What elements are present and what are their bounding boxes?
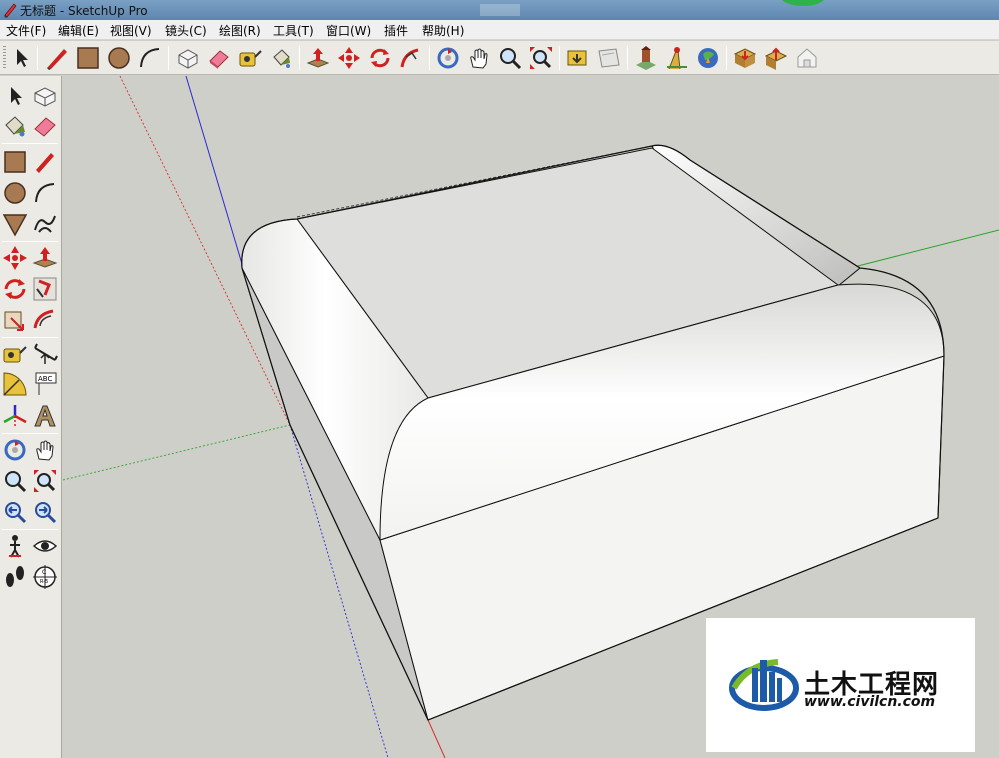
- zoom-window-icon[interactable]: [31, 467, 59, 495]
- window-title: 无标题 - SketchUp Pro: [20, 4, 148, 18]
- add-location-icon[interactable]: [633, 45, 659, 71]
- menu-help[interactable]: 帮助(H): [422, 22, 464, 39]
- zoom-tool-icon[interactable]: [1, 467, 29, 495]
- make-component-icon[interactable]: [175, 45, 201, 71]
- select-tool-icon[interactable]: [1, 82, 29, 110]
- title-bar: 无标题 - SketchUp Pro: [0, 0, 999, 20]
- toggle-terrain-icon[interactable]: [664, 45, 690, 71]
- line-tool-icon[interactable]: [44, 45, 70, 71]
- rotate-tool-icon[interactable]: [367, 45, 393, 71]
- green-axis-line: [63, 424, 291, 481]
- menu-window[interactable]: 窗口(W): [326, 22, 371, 39]
- rectangle-tool-icon[interactable]: [75, 45, 101, 71]
- push-pull-icon[interactable]: [305, 45, 331, 71]
- main-toolbar: [0, 41, 999, 75]
- pan-tool-icon[interactable]: [466, 45, 492, 71]
- menu-view[interactable]: 视图(V): [110, 22, 152, 39]
- left-toolbar: ABC C R-5: [0, 76, 62, 758]
- axes-tool-icon[interactable]: [1, 402, 29, 430]
- text-tool-icon[interactable]: ABC: [31, 371, 59, 399]
- watermark-box: 土木工程网 www.civilcn.com: [706, 618, 975, 752]
- follow-me-icon[interactable]: [31, 275, 59, 303]
- menu-file[interactable]: 文件(F): [6, 22, 46, 39]
- protractor-icon[interactable]: [1, 371, 29, 399]
- toolbar-separator: [2, 529, 58, 530]
- circle-tool-icon[interactable]: [106, 45, 132, 71]
- toolbar-separator: [299, 46, 300, 70]
- follow-me-icon[interactable]: [398, 45, 424, 71]
- position-camera-icon[interactable]: [1, 532, 29, 560]
- move-tool-icon[interactable]: [336, 45, 362, 71]
- toolbar-separator: [726, 46, 727, 70]
- menu-plugins[interactable]: 插件: [384, 22, 408, 39]
- section-plane-icon[interactable]: C R-5: [31, 563, 59, 591]
- menu-draw[interactable]: 绘图(R): [219, 22, 261, 39]
- svg-text:C: C: [42, 569, 46, 576]
- tape-measure-icon[interactable]: [237, 45, 263, 71]
- svg-text:ABC: ABC: [38, 375, 52, 383]
- 3d-text-tool-icon[interactable]: [31, 402, 59, 430]
- freehand-tool-icon[interactable]: [31, 210, 59, 238]
- paint-bucket-icon[interactable]: [1, 112, 29, 140]
- zoom-extents-icon[interactable]: [31, 498, 59, 526]
- svg-text:R-5: R-5: [40, 579, 48, 585]
- pan-tool-icon[interactable]: [31, 436, 59, 464]
- tape-measure-icon[interactable]: [1, 340, 29, 368]
- toolbar-separator: [559, 46, 560, 70]
- look-around-icon[interactable]: [31, 532, 59, 560]
- line-tool-icon[interactable]: [31, 148, 59, 176]
- toolbar-separator: [2, 241, 58, 242]
- red-axis-line: [427, 719, 446, 758]
- arc-tool-icon[interactable]: [31, 179, 59, 207]
- get-models-icon[interactable]: [565, 45, 591, 71]
- polygon-tool-icon[interactable]: [1, 210, 29, 238]
- photo-textures-icon[interactable]: [695, 45, 721, 71]
- civilcn-logo-icon: [728, 654, 800, 714]
- sketchup-app-icon: [2, 2, 18, 18]
- menu-edit[interactable]: 编辑(E): [58, 22, 99, 39]
- toolbar-separator: [627, 46, 628, 70]
- toolbar-separator: [2, 337, 58, 338]
- share-component-icon[interactable]: [763, 45, 789, 71]
- previous-view-icon[interactable]: [1, 498, 29, 526]
- dimension-tool-icon[interactable]: [31, 340, 59, 368]
- green-axis-line: [849, 229, 999, 269]
- rotate-tool-icon[interactable]: [1, 275, 29, 303]
- eraser-icon[interactable]: [206, 45, 232, 71]
- toolbar-separator: [429, 46, 430, 70]
- paint-bucket-icon[interactable]: [268, 45, 294, 71]
- orbit-tool-icon[interactable]: [1, 436, 29, 464]
- zoom-extents-icon[interactable]: [528, 45, 554, 71]
- rectangle-tool-icon[interactable]: [1, 148, 29, 176]
- toolbar-grip[interactable]: [3, 46, 6, 70]
- toolbar-separator: [168, 46, 169, 70]
- watermark-url: www.civilcn.com: [804, 694, 936, 710]
- toolbar-separator: [2, 143, 58, 144]
- eraser-icon[interactable]: [31, 112, 59, 140]
- orbit-tool-icon[interactable]: [435, 45, 461, 71]
- offset-tool-icon[interactable]: [31, 306, 59, 334]
- preview-google-earth-icon[interactable]: [794, 45, 820, 71]
- title-bar-orb: [780, 0, 826, 6]
- circle-tool-icon[interactable]: [1, 179, 29, 207]
- scale-tool-icon[interactable]: [1, 306, 29, 334]
- select-tool-icon[interactable]: [8, 45, 34, 71]
- toolbar-separator: [37, 46, 38, 70]
- walk-tool-icon[interactable]: [1, 563, 29, 591]
- title-bar-blur: [480, 4, 520, 16]
- menu-camera[interactable]: 镜头(C): [165, 22, 207, 39]
- menu-bar: 文件(F) 编辑(E) 视图(V) 镜头(C) 绘图(R) 工具(T) 窗口(W…: [0, 20, 999, 40]
- zoom-tool-icon[interactable]: [497, 45, 523, 71]
- push-pull-icon[interactable]: [31, 244, 59, 272]
- menu-tools[interactable]: 工具(T): [273, 22, 314, 39]
- arc-tool-icon[interactable]: [137, 45, 163, 71]
- share-model-icon[interactable]: [596, 45, 622, 71]
- make-component-icon[interactable]: [31, 82, 59, 110]
- toolbar-separator: [2, 433, 58, 434]
- get-models-warehouse-icon[interactable]: [732, 45, 758, 71]
- move-tool-icon[interactable]: [1, 244, 29, 272]
